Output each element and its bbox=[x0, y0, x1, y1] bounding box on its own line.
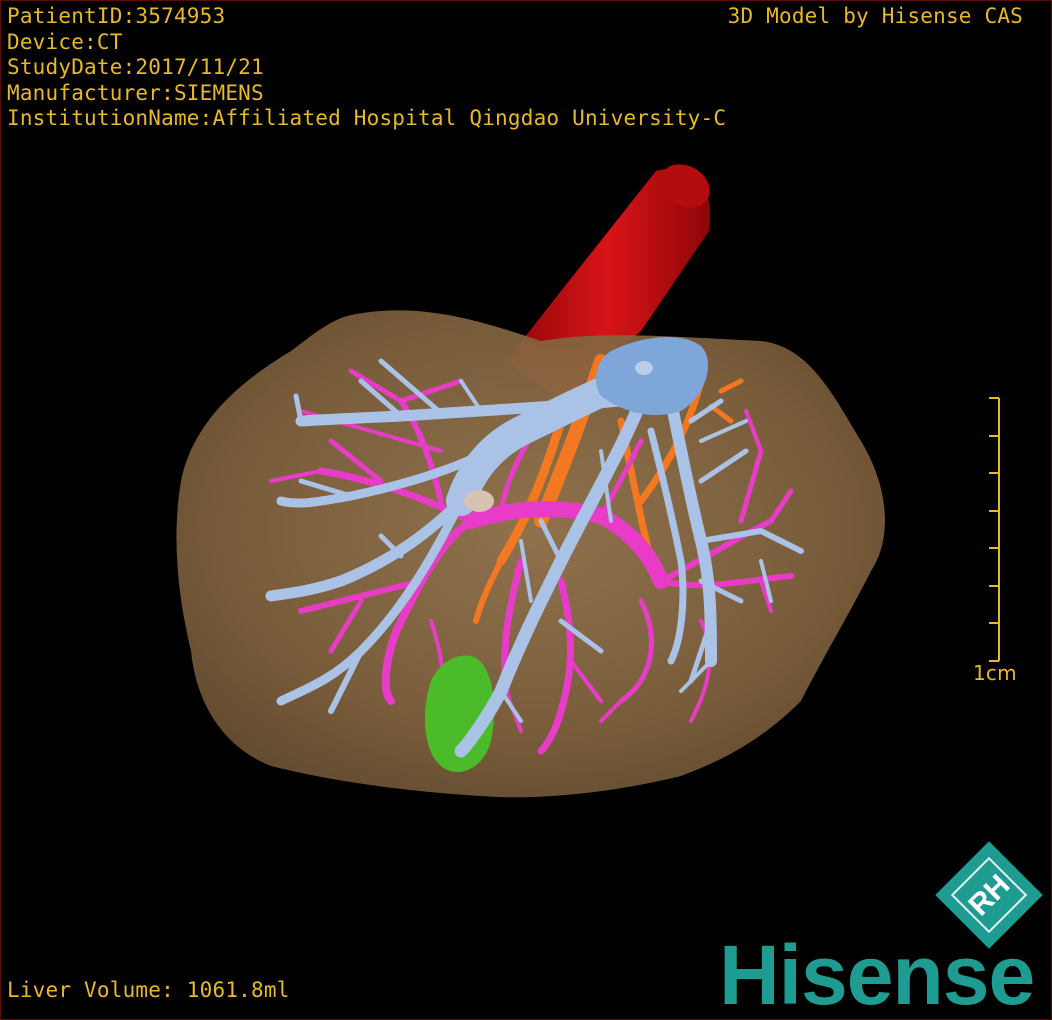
vena-cava-lumen bbox=[635, 361, 653, 375]
model-credit-text: 3D Model by Hisense CAS bbox=[727, 4, 1023, 28]
scale-bar bbox=[989, 397, 1000, 662]
manufacturer-text: Manufacturer:SIEMENS bbox=[7, 80, 264, 105]
patient-info-overlay: PatientID:3574953 Device:CT StudyDate:20… bbox=[7, 4, 726, 132]
liver-3d-model[interactable] bbox=[1, 1, 1052, 1020]
institution-text: InstitutionName:Affiliated Hospital Qing… bbox=[7, 106, 727, 130]
liver-surface bbox=[176, 310, 885, 798]
study-date-text: StudyDate:2017/11/21 bbox=[7, 55, 264, 79]
lesion bbox=[464, 490, 494, 512]
3d-model-viewport[interactable]: PatientID:3574953 Device:CT StudyDate:20… bbox=[0, 0, 1052, 1020]
device-text: Device:CT bbox=[7, 29, 123, 54]
patient-id-text: PatientID:3574953 bbox=[7, 4, 226, 28]
liver-volume-text: Liver Volume: 1061.8ml bbox=[7, 978, 290, 1002]
hisense-logo: Hisense bbox=[719, 928, 1035, 1020]
scale-bar-label: 1cm bbox=[973, 661, 1017, 685]
